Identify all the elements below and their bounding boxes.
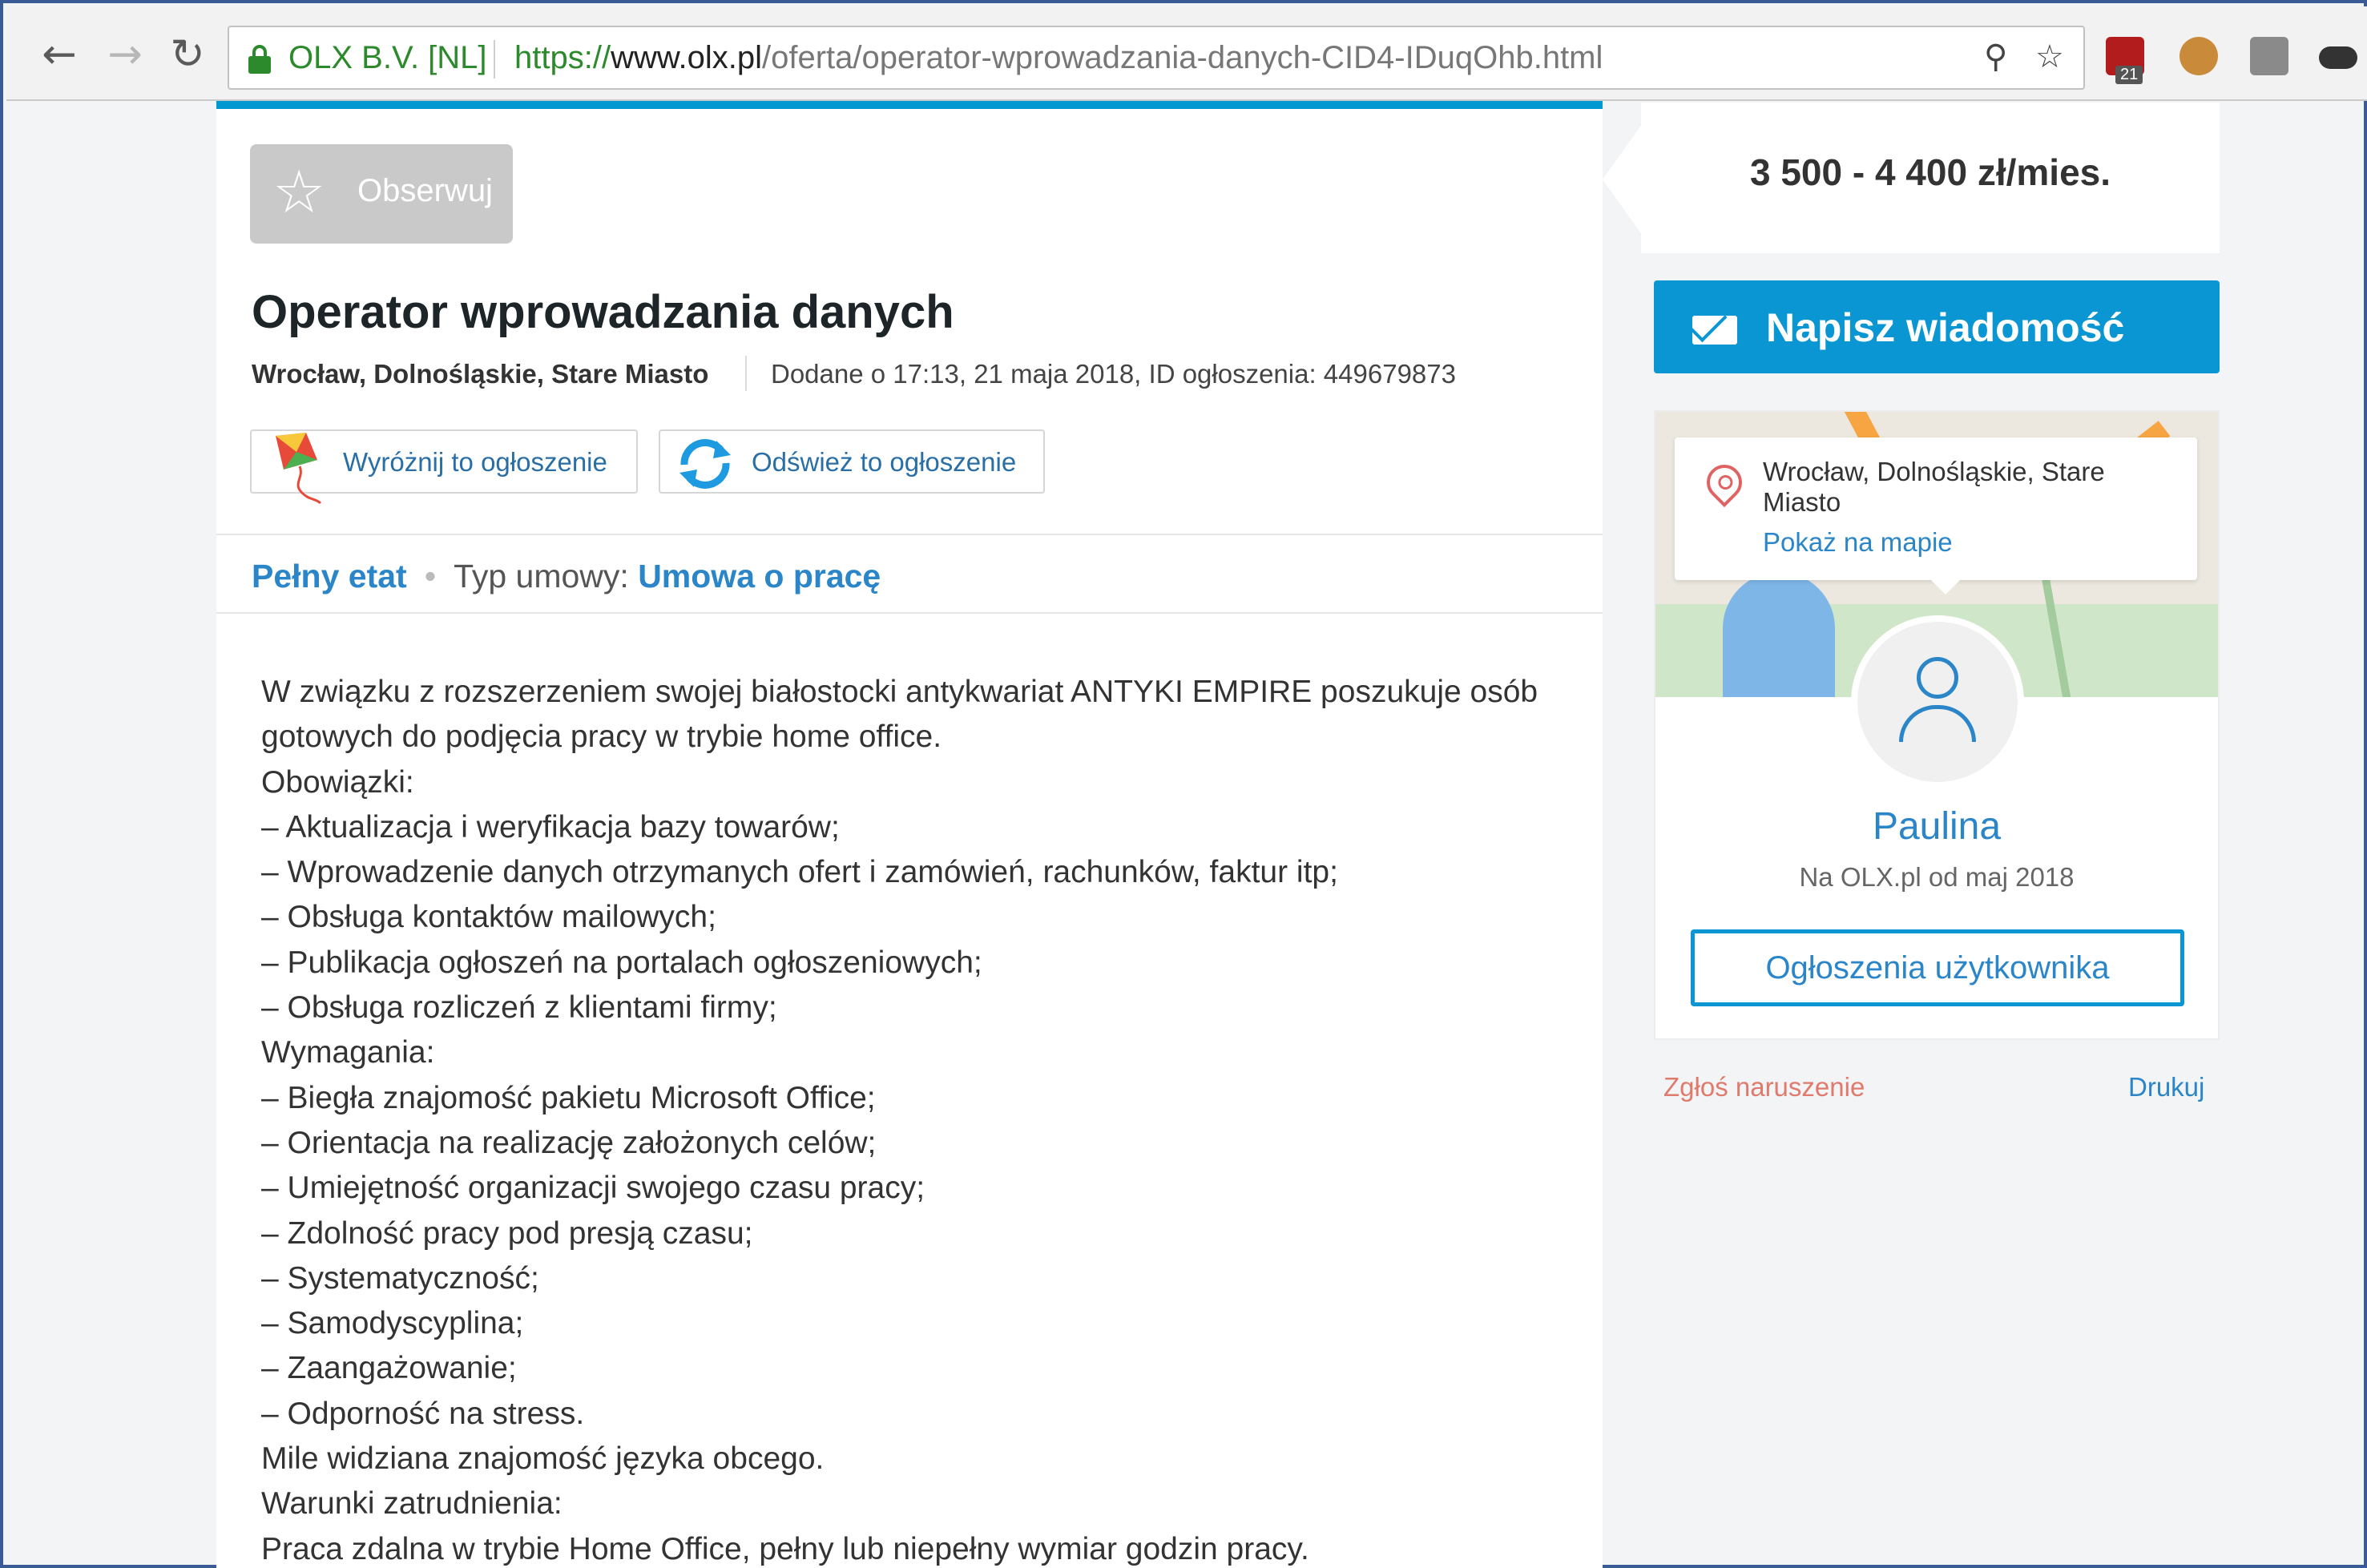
description-line: – Wprowadzenie danych otrzymanych ofert … xyxy=(261,855,1338,890)
description-line: gotowych do podjęcia pracy w trybie home… xyxy=(261,720,942,755)
url-path: /oferta/operator-wprowadzania-danych-CID… xyxy=(762,40,1603,75)
kite-icon xyxy=(276,433,322,505)
description-line: – Umiejętność organizacji swojego czasu … xyxy=(261,1171,925,1206)
forward-icon[interactable]: → xyxy=(101,30,149,79)
browser-toolbar: ← → ↻ OLX B.V. [NL] https://www.olx.pl/o… xyxy=(6,6,2367,101)
description-line: W związku z rozszerzeniem swojej białost… xyxy=(261,675,1538,709)
contract-label: Typ umowy: xyxy=(454,558,629,595)
seller-box: Wrocław, Dolnośląskie, Stare Miasto Poka… xyxy=(1654,410,2220,1040)
description-line: – Samodyscyplina; xyxy=(261,1306,524,1341)
cookie-extension-icon[interactable] xyxy=(2179,37,2218,75)
reload-icon[interactable]: ↻ xyxy=(163,30,212,79)
meta-separator xyxy=(745,356,747,391)
ad-title: Operator wprowadzania danych xyxy=(252,286,954,338)
follow-label: Obserwuj xyxy=(357,173,493,208)
description-line: Wymagania: xyxy=(261,1035,435,1070)
ad-meta: Dodane o 17:13, 21 maja 2018, ID ogłosze… xyxy=(771,359,1456,389)
description-line: – Obsługa kontaktów mailowych; xyxy=(261,900,716,935)
ad-card: ☆ Obserwuj Operator wprowadzania danych … xyxy=(216,101,1603,1568)
map-water-area xyxy=(1723,572,1835,697)
description-line: Warunki zatrudnienia: xyxy=(261,1486,563,1522)
envelope-icon xyxy=(1692,316,1737,345)
description-line: Mile widziana znajomość języka obcego. xyxy=(261,1441,825,1477)
map-card-pointer xyxy=(1928,577,1963,595)
back-icon[interactable]: ← xyxy=(35,30,83,79)
follow-button[interactable]: ☆ Obserwuj xyxy=(250,144,513,244)
refresh-icon xyxy=(679,439,731,489)
contract-value[interactable]: Umowa o pracę xyxy=(638,558,881,595)
map-pin-icon xyxy=(1699,457,1750,508)
seller-name[interactable]: Paulina xyxy=(1655,804,2218,848)
site-identity[interactable]: OLX B.V. [NL] xyxy=(288,40,487,76)
description-line: Praca zdalna w trybie Home Office, pełny… xyxy=(261,1531,1309,1566)
map-address: Wrocław, Dolnośląskie, Stare Miasto xyxy=(1763,457,2105,517)
description-line: – Systematyczność; xyxy=(261,1260,539,1296)
address-separator xyxy=(494,40,495,79)
user-icon-head xyxy=(1917,657,1958,699)
user-ads-button[interactable]: Ogłoszenia użytkownika xyxy=(1691,929,2184,1006)
description-line: – Odporność na stress. xyxy=(261,1396,585,1431)
extension-badge: 21 xyxy=(2115,66,2143,84)
user-icon-body xyxy=(1899,705,1976,742)
print-link[interactable]: Drukuj xyxy=(2128,1072,2204,1102)
address-bar[interactable]: OLX B.V. [NL] https://www.olx.pl/oferta/… xyxy=(228,26,2085,90)
browser-window: ← → ↻ OLX B.V. [NL] https://www.olx.pl/o… xyxy=(0,0,2367,1568)
key-icon[interactable]: ⚲ xyxy=(1984,38,2007,75)
url-scheme: https:// xyxy=(514,40,611,75)
seller-since: Na OLX.pl od maj 2018 xyxy=(1799,862,2075,892)
tag-separator-dot: • xyxy=(424,558,437,595)
incognito-extension-icon[interactable] xyxy=(2319,46,2357,69)
bookmark-star-icon[interactable]: ☆ xyxy=(2035,38,2064,75)
ad-description: W związku z rozszerzeniem swojej białost… xyxy=(261,670,1575,1568)
price-box: 3 500 - 4 400 zł/mies. xyxy=(1641,103,2220,253)
show-on-map-link[interactable]: Pokaż na mapie xyxy=(1763,527,1953,558)
description-line: Obowiązki: xyxy=(261,764,414,800)
description-line: – Obsługa rozliczeń z klientami firmy; xyxy=(261,990,777,1026)
map-location-card: Wrocław, Dolnośląskie, Stare Miasto Poka… xyxy=(1675,437,2197,580)
divider-bottom xyxy=(216,612,1603,614)
ad-location: Wrocław, Dolnośląskie, Stare Miasto xyxy=(252,359,709,389)
price-box-pointer xyxy=(1603,123,1643,236)
price: 3 500 - 4 400 zł/mies. xyxy=(1749,151,2111,193)
send-message-label: Napisz wiadomość xyxy=(1766,305,2125,350)
lock-icon xyxy=(248,45,271,74)
promote-button[interactable]: Wyróżnij to ogłoszenie xyxy=(250,429,638,505)
report-link[interactable]: Zgłoś naruszenie xyxy=(1663,1072,1865,1102)
url-text[interactable]: https://www.olx.pl/oferta/operator-wprow… xyxy=(514,40,1603,76)
description-line: – Publikacja ogłoszeń na portalach ogłos… xyxy=(261,945,982,980)
refresh-ad-label: Odśwież to ogłoszenie xyxy=(752,447,1017,477)
description-line: – Orientacja na realizację założonych ce… xyxy=(261,1125,877,1160)
promote-label: Wyróżnij to ogłoszenie xyxy=(343,447,607,477)
send-message-button[interactable]: Napisz wiadomość xyxy=(1654,280,2220,373)
refresh-ad-button[interactable]: Odśwież to ogłoszenie xyxy=(659,429,1045,494)
star-icon: ☆ xyxy=(272,158,326,227)
description-line: – Zaangażowanie; xyxy=(261,1351,517,1386)
description-line: – Zdolność pracy pod presją czasu; xyxy=(261,1215,753,1251)
job-tags: Pełny etat • Typ umowy: Umowa o pracę xyxy=(252,558,881,595)
description-line: – Biegła znajomość pakietu Microsoft Off… xyxy=(261,1080,876,1115)
url-host: www.olx.pl xyxy=(611,40,763,75)
tag-fulltime[interactable]: Pełny etat xyxy=(252,558,407,595)
divider-top xyxy=(216,534,1603,535)
avatar xyxy=(1851,615,2024,788)
description-line: – Aktualizacja i weryfikacja bazy towaró… xyxy=(261,809,840,844)
image-extension-icon[interactable] xyxy=(2250,37,2288,75)
